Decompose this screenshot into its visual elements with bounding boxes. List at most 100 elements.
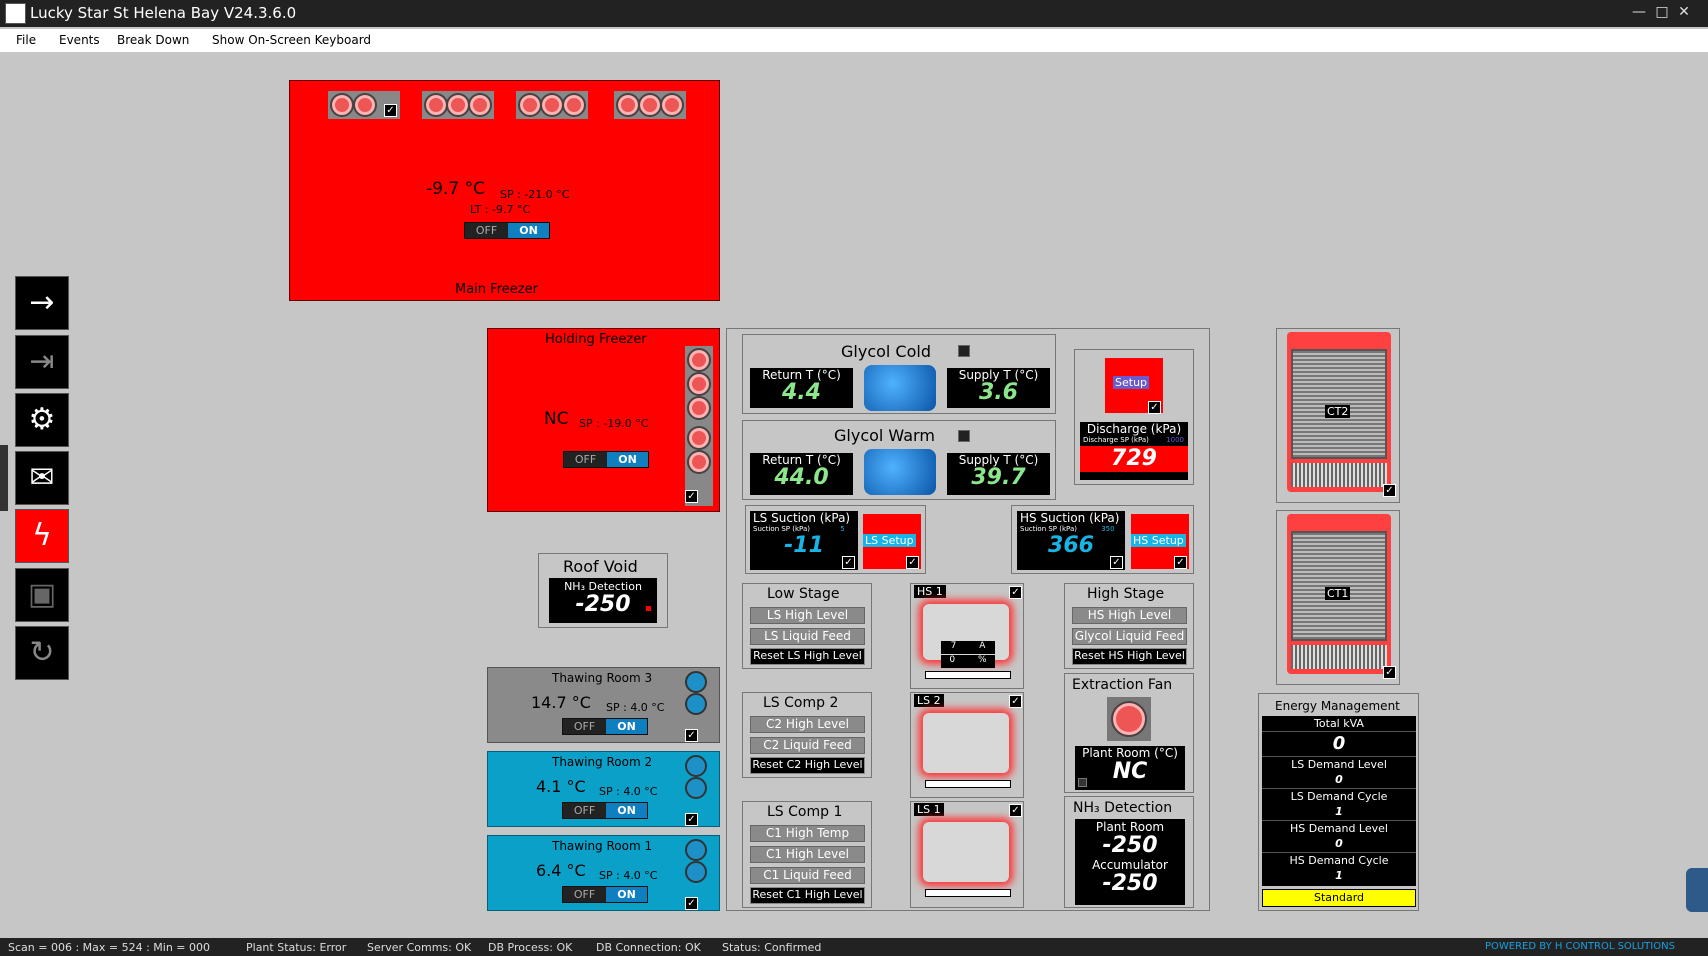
discharge-setup-button[interactable]: Setup ✓ [1105, 358, 1163, 414]
messages-button[interactable]: ✉ [15, 451, 69, 505]
thawing-room-3-toggle[interactable]: OFF ON [562, 718, 648, 735]
login-button[interactable]: → [15, 276, 69, 330]
mail-icon: ✉ [29, 460, 55, 495]
c1-high-level: C1 High Level [750, 846, 865, 863]
menu-file[interactable]: File [16, 33, 36, 47]
extraction-fan-indicator [1078, 778, 1087, 787]
thawing-room-checkbox[interactable]: ✓ [685, 729, 698, 742]
total-kva-label: Total kVA [1262, 716, 1416, 732]
ls-suction-panel: LS Suction (kPa) Suction SP (kPa) 5 -11 … [745, 505, 926, 574]
lightning-icon: ϟ [32, 518, 52, 553]
hs-setup-button[interactable]: HS Setup ✓ [1131, 514, 1189, 569]
toggle-on[interactable]: ON [508, 223, 549, 238]
ls2-compressor-panel[interactable]: LS 2 ✓ [910, 692, 1024, 798]
holding-freezer-panel[interactable]: Holding Freezer ✓ NC SP : -19.0 °C OFF O… [487, 328, 720, 512]
ls-suction-checkbox[interactable]: ✓ [842, 556, 855, 569]
glycol-warm-supply-display: Supply T (°C) 39.7 [947, 453, 1050, 495]
ls-setup-checkbox[interactable]: ✓ [906, 556, 919, 569]
thawing-room-3-panel[interactable]: Thawing Room 3 14.7 °C SP : 4.0 °C OFF ON… [487, 667, 720, 743]
fan-icon [638, 93, 662, 117]
menu-break-down[interactable]: Break Down [117, 33, 189, 47]
fan-icon [1111, 701, 1147, 737]
thawing-room-2-panel[interactable]: Thawing Room 2 4.1 °C SP : 4.0 °C OFF ON … [487, 751, 720, 827]
ls1-checkbox[interactable]: ✓ [1009, 804, 1022, 817]
thawing-room-1-panel[interactable]: Thawing Room 1 6.4 °C SP : 4.0 °C OFF ON … [487, 835, 720, 911]
plant-room-value: NC [1112, 759, 1148, 784]
thawing-room-2-toggle[interactable]: OFF ON [562, 802, 648, 819]
toggle-off[interactable]: OFF [563, 719, 606, 734]
thawing-room-1-toggle[interactable]: OFF ON [562, 886, 648, 903]
fan-icon [685, 671, 707, 693]
discharge-sp-label: Discharge SP (kPa) 1000 [1080, 436, 1188, 444]
ct2-checkbox[interactable]: ✓ [1383, 484, 1396, 497]
toggle-off[interactable]: OFF [563, 887, 606, 902]
extraction-fan-button[interactable] [1107, 697, 1151, 741]
ls2-label: LS 2 [914, 694, 944, 707]
hs1-label: HS 1 [914, 585, 946, 598]
roof-void-panel: Roof Void NH₃ Detection -250 [538, 553, 668, 628]
holding-fan-checkbox[interactable]: ✓ [685, 490, 698, 503]
reset-ls-high-level-button[interactable]: Reset LS High Level [750, 648, 865, 665]
reset-hs-high-level-button[interactable]: Reset HS High Level [1072, 648, 1187, 665]
main-freezer-panel[interactable]: ✓ -9.7 °C SP : -21.0 °C LT : -9.7 °C OFF… [289, 80, 720, 301]
ct1-checkbox[interactable]: ✓ [1383, 666, 1396, 679]
refresh-button[interactable]: ↻ [15, 626, 69, 680]
toggle-on[interactable]: ON [606, 719, 647, 734]
toggle-off[interactable]: OFF [563, 803, 606, 818]
hs-suction-checkbox[interactable]: ✓ [1110, 556, 1123, 569]
plant-room-label: Plant Room (°C) [1082, 746, 1178, 760]
fan-icon [330, 93, 354, 117]
ls2-checkbox[interactable]: ✓ [1009, 695, 1022, 708]
nh3-detection-panel: NH₃ Detection Plant Room -250 Accumulato… [1064, 796, 1194, 908]
fan-icon [687, 396, 711, 420]
ls1-compressor-panel[interactable]: LS 1 ✓ [910, 801, 1024, 908]
toggle-on[interactable]: ON [606, 887, 647, 902]
ct1-grille [1291, 645, 1387, 669]
side-handle[interactable] [0, 445, 8, 511]
reset-c1-high-level-button[interactable]: Reset C1 High Level [750, 887, 865, 904]
main-freezer-toggle[interactable]: OFF ON [464, 222, 550, 239]
close-button[interactable]: ✕ [1672, 1, 1696, 23]
minimize-button[interactable]: — [1627, 1, 1651, 23]
discharge-checkbox[interactable]: ✓ [1148, 401, 1161, 414]
hs1-checkbox[interactable]: ✓ [1009, 586, 1022, 599]
fan-bank-1-checkbox[interactable]: ✓ [384, 104, 397, 117]
ct2-grille [1291, 463, 1387, 487]
thawing-fans: ✓ [685, 755, 711, 826]
user-settings-button[interactable]: ⚙ [15, 393, 69, 447]
extraction-fan-title: Extraction Fan [1072, 677, 1173, 693]
maximize-button[interactable]: □ [1650, 1, 1674, 23]
side-panel-toggle[interactable] [1686, 868, 1708, 912]
thawing-room-checkbox[interactable]: ✓ [685, 813, 698, 826]
thawing-room-checkbox[interactable]: ✓ [685, 897, 698, 910]
status-plant: Plant Status: Error [246, 941, 347, 954]
discharge-label: Discharge (kPa) [1086, 422, 1182, 436]
ct1-panel[interactable]: CT1 ✓ [1276, 510, 1400, 685]
save-button[interactable]: ▣ [15, 568, 69, 622]
fan-icon [353, 93, 377, 117]
hs-setup-checkbox[interactable]: ✓ [1174, 556, 1187, 569]
ct2-panel[interactable]: CT2 ✓ [1276, 328, 1400, 503]
toggle-off[interactable]: OFF [564, 452, 607, 467]
menu-events[interactable]: Events [59, 33, 100, 47]
thawing-room-sp: SP : 4.0 °C [599, 785, 658, 798]
toggle-on[interactable]: ON [606, 803, 647, 818]
pump-motor-icon [864, 365, 936, 411]
hs-suction-panel: HS Suction (kPa) Suction SP (kPa) 350 36… [1011, 505, 1194, 574]
app-logo-icon [5, 3, 26, 24]
reset-c2-high-level-button[interactable]: Reset C2 High Level [750, 757, 865, 774]
alarms-button[interactable]: ϟ [15, 509, 69, 563]
cooling-tower-icon [1291, 531, 1387, 641]
menu-onscreen-keyboard[interactable]: Show On-Screen Keyboard [212, 33, 371, 47]
thawing-room-temp: 14.7 °C [531, 693, 591, 712]
ls-setup-button[interactable]: LS Setup ✓ [863, 514, 921, 569]
toggle-on[interactable]: ON [607, 452, 648, 467]
holding-freezer-toggle[interactable]: OFF ON [563, 451, 649, 468]
ls-demand-cycle-value: 1 [1335, 805, 1343, 818]
plant-room-nh3-value: -250 [1102, 833, 1158, 858]
high-stage-title: High Stage [1087, 586, 1165, 602]
fan-icon [540, 93, 564, 117]
toggle-off[interactable]: OFF [465, 223, 508, 238]
logout-button[interactable]: ⇥ [15, 335, 69, 389]
hs1-compressor-panel[interactable]: HS 1 ✓ 7 A 0 % [910, 583, 1024, 689]
